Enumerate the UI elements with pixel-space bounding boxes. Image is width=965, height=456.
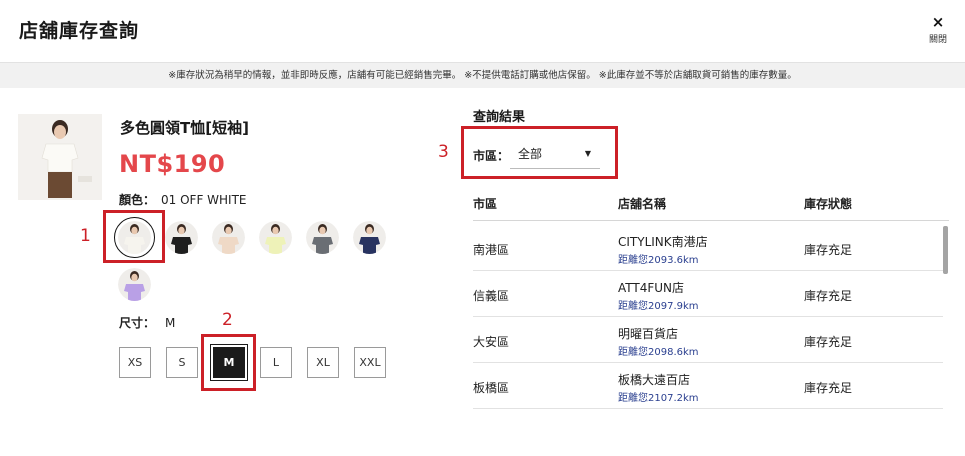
size-option-xl[interactable]: XL	[307, 347, 339, 378]
annotation-box-1	[103, 210, 165, 263]
header-divider	[473, 220, 949, 221]
area-filter-select[interactable]: 全部 ▼	[510, 141, 600, 169]
size-option-s[interactable]: S	[166, 347, 198, 378]
area-filter-value[interactable]: 全部	[518, 147, 542, 161]
product-price: NT$190	[119, 150, 226, 178]
column-header-stock: 庫存狀態	[804, 197, 853, 211]
annotation-box-2	[201, 334, 256, 391]
color-info: 顏色： 01 OFF WHITE	[119, 191, 247, 208]
dialog-header: 店舖庫存查詢 × 關閉	[0, 0, 965, 62]
table-row: 大安區 明曜百貨店距離您2098.6km 庫存充足	[473, 317, 943, 363]
column-header-store: 店舖名稱	[618, 197, 667, 211]
size-label: 尺寸：	[119, 316, 156, 330]
size-value: M	[165, 316, 176, 330]
cell-store-name: ATT4FUN店	[618, 281, 685, 295]
cell-stock-status: 庫存充足	[804, 381, 853, 395]
dialog-title: 店舖庫存查詢	[19, 20, 140, 42]
cell-distance: 距離您2097.9km	[618, 301, 699, 312]
cell-stock-status: 庫存充足	[804, 335, 853, 349]
product-name: 多色圓領T恤[短袖]	[120, 119, 249, 137]
results-title: 查詢結果	[473, 110, 526, 125]
cell-store-name: 板橋大遠百店	[618, 373, 691, 387]
color-swatch[interactable]	[353, 221, 386, 254]
color-swatch[interactable]	[118, 268, 151, 301]
cell-distance: 距離您2093.6km	[618, 255, 699, 266]
close-icon[interactable]: ×	[925, 14, 951, 30]
cell-area: 大安區	[473, 335, 510, 349]
color-swatch[interactable]	[306, 221, 339, 254]
cell-distance: 距離您2107.2km	[618, 393, 699, 404]
column-header-area: 市區	[473, 197, 498, 211]
product-image	[18, 114, 102, 200]
cell-area: 板橋區	[473, 381, 510, 395]
scrollbar-thumb[interactable]	[943, 226, 948, 274]
annotation-label-1: 1	[80, 226, 91, 246]
annotation-label-2: 2	[222, 310, 233, 330]
cell-store-name: CITYLINK南港店	[618, 235, 708, 249]
cell-stock-status: 庫存充足	[804, 289, 853, 303]
size-info: 尺寸： M	[119, 314, 175, 331]
size-option-xs[interactable]: XS	[119, 347, 151, 378]
size-option-l[interactable]: L	[260, 347, 292, 378]
chevron-down-icon[interactable]: ▼	[585, 141, 591, 167]
color-swatch[interactable]	[212, 221, 245, 254]
color-swatch[interactable]	[165, 221, 198, 254]
color-label: 顏色：	[119, 193, 156, 207]
cell-area: 信義區	[473, 289, 510, 303]
cell-area: 南港區	[473, 243, 510, 257]
area-filter-label: 市區：	[473, 149, 510, 163]
cell-store-name: 明曜百貨店	[618, 327, 679, 341]
color-swatch[interactable]	[259, 221, 292, 254]
table-row: 板橋區 板橋大遠百店 距離您2107.2km 庫存充足	[473, 363, 943, 409]
color-value: 01 OFF WHITE	[161, 193, 247, 207]
table-row: 南港區 CITYLINK南港店 距離您2093.6km 庫存充足	[473, 225, 943, 271]
notice-banner: ※庫存狀況為稍早的情報，並非即時反應，店舖有可能已經銷售完畢。 ※不提供電話訂購…	[0, 62, 965, 88]
annotation-label-3: 3	[438, 142, 449, 162]
cell-stock-status: 庫存充足	[804, 243, 853, 257]
cell-distance: 距離您2098.6km	[618, 347, 699, 358]
close-button[interactable]: × 關閉	[925, 14, 951, 45]
close-label[interactable]: 關閉	[925, 32, 951, 45]
size-option-xxl[interactable]: XXL	[354, 347, 386, 378]
table-row: 信義區 ATT4FUN店距離您2097.9km 庫存充足	[473, 271, 943, 317]
